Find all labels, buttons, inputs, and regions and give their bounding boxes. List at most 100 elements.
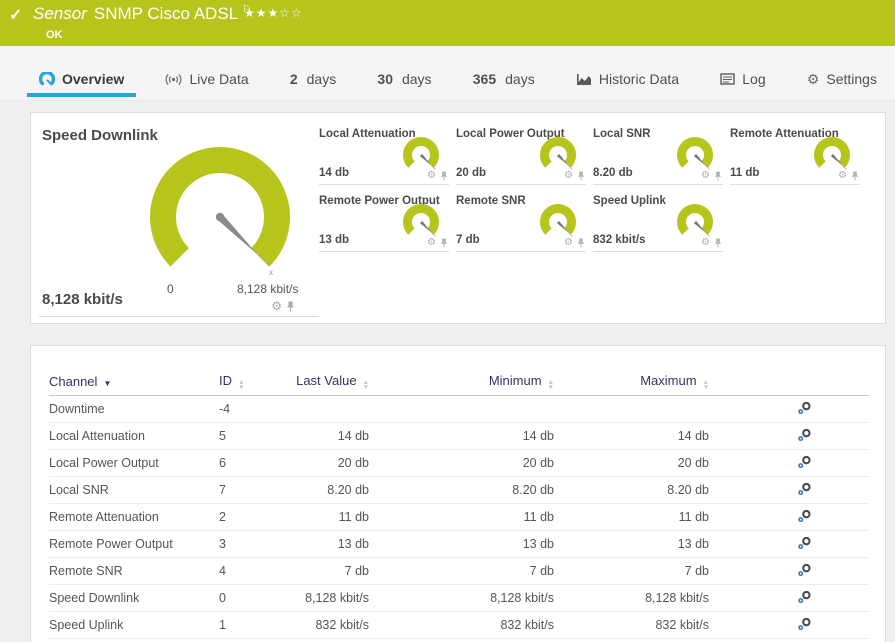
cell-actions bbox=[709, 428, 869, 445]
cell-last-value: 8,128 kbit/s bbox=[305, 591, 369, 605]
cell-actions bbox=[709, 617, 869, 634]
gauge-pin-icon[interactable] bbox=[440, 238, 448, 248]
gauge-pin-icon[interactable] bbox=[440, 171, 448, 181]
mini-gauge-tile[interactable]: Local SNR 8.20 db ⚙ bbox=[593, 127, 723, 185]
cell-id: 7 bbox=[219, 483, 226, 497]
sort-icon: ▲ ▼ bbox=[702, 379, 709, 391]
gauge-pin-icon[interactable] bbox=[286, 301, 295, 312]
priority-stars[interactable]: ★★★☆☆ bbox=[244, 6, 303, 20]
cell-actions bbox=[709, 401, 869, 418]
table-header-row: Channel ▼ ID ▲ ▼ Last Value ▲ ▼ Minimum ▲ ▼ Max… bbox=[49, 368, 869, 396]
channel-settings-icon[interactable] bbox=[797, 455, 812, 472]
table-row[interactable]: Local SNR 7 8.20 db 8.20 db 8.20 db bbox=[49, 477, 869, 504]
cell-channel: Local Attenuation bbox=[49, 429, 145, 443]
channel-settings-icon[interactable] bbox=[797, 563, 812, 580]
tab-2-days[interactable]: 2 days bbox=[278, 58, 348, 100]
channels-table: Channel ▼ ID ▲ ▼ Last Value ▲ ▼ Minimum ▲ ▼ Max… bbox=[49, 368, 869, 639]
channel-settings-icon[interactable] bbox=[797, 401, 812, 418]
tab-settings-label: Settings bbox=[826, 71, 877, 87]
tab-30-days[interactable]: 30 days bbox=[365, 58, 443, 100]
gauge-pin-icon[interactable] bbox=[714, 238, 722, 248]
tab-historic-data-label: Historic Data bbox=[598, 71, 680, 87]
gauge-settings-icon[interactable]: ⚙ bbox=[838, 170, 847, 181]
column-header-id[interactable]: ID ▲ ▼ bbox=[219, 373, 269, 391]
cell-minimum: 8,128 kbit/s bbox=[490, 591, 554, 605]
tab-live-data[interactable]: Live Data bbox=[153, 58, 260, 100]
table-row[interactable]: Speed Downlink 0 8,128 kbit/s 8,128 kbit… bbox=[49, 585, 869, 612]
table-row[interactable]: Remote SNR 4 7 db 7 db 7 db bbox=[49, 558, 869, 585]
table-row[interactable]: Remote Power Output 3 13 db 13 db 13 db bbox=[49, 531, 869, 558]
main-gauge-actions: ⚙ bbox=[271, 300, 295, 312]
cell-actions bbox=[709, 482, 869, 499]
cell-maximum: 11 db bbox=[678, 510, 709, 524]
tab-30-days-label: days bbox=[401, 71, 432, 87]
tab-365-days[interactable]: 365 days bbox=[461, 58, 547, 100]
speed-downlink-gauge: x bbox=[150, 147, 290, 277]
channel-settings-icon[interactable] bbox=[797, 509, 812, 526]
mini-gauge-value: 14 db bbox=[319, 167, 350, 179]
table-row[interactable]: Local Power Output 6 20 db 20 db 20 db bbox=[49, 450, 869, 477]
gauge-pin-icon[interactable] bbox=[714, 171, 722, 181]
cell-maximum: 8.20 db bbox=[667, 483, 709, 497]
gauge-settings-icon[interactable]: ⚙ bbox=[427, 170, 436, 181]
status-badge: OK bbox=[46, 29, 63, 41]
gauge-scale-min: 0 bbox=[167, 282, 174, 296]
main-gauge-tile[interactable]: Speed Downlink x 0 8,128 kbit/s 8,128 kb… bbox=[39, 121, 319, 317]
sensor-title-row: Sensor SNMP Cisco ADSL ⚐ bbox=[33, 4, 251, 24]
table-row[interactable]: Speed Uplink 1 832 kbit/s 832 kbit/s 832… bbox=[49, 612, 869, 639]
column-header-maximum[interactable]: Maximum ▲ ▼ bbox=[554, 373, 709, 391]
mini-gauge-tile[interactable]: Remote Attenuation 11 db ⚙ bbox=[730, 127, 860, 185]
mini-gauge-value: 7 db bbox=[456, 234, 480, 246]
mini-gauge-tile[interactable]: Speed Uplink 832 kbit/s ⚙ bbox=[593, 194, 723, 252]
channel-settings-icon[interactable] bbox=[797, 536, 812, 553]
tab-log[interactable]: Log bbox=[708, 58, 777, 100]
gauge-settings-icon[interactable]: ⚙ bbox=[564, 170, 573, 181]
mini-gauge-actions: ⚙ bbox=[427, 237, 448, 248]
tab-365-days-label: days bbox=[505, 71, 535, 87]
channel-settings-icon[interactable] bbox=[797, 617, 812, 634]
table-row[interactable]: Remote Attenuation 2 11 db 11 db 11 db bbox=[49, 504, 869, 531]
cell-maximum: 8,128 kbit/s bbox=[645, 591, 709, 605]
gauges-panel: Speed Downlink x 0 8,128 kbit/s 8,128 kb… bbox=[30, 112, 886, 324]
live-signal-icon bbox=[165, 73, 182, 86]
cell-channel: Remote Attenuation bbox=[49, 510, 159, 524]
mini-gauge-value: 832 kbit/s bbox=[593, 234, 646, 246]
column-header-last-value[interactable]: Last Value ▲ ▼ bbox=[269, 373, 369, 391]
cell-last-value: 14 db bbox=[337, 429, 369, 443]
gauge-settings-icon[interactable]: ⚙ bbox=[427, 237, 436, 248]
gauge-pin-icon[interactable] bbox=[851, 171, 859, 181]
cell-maximum: 14 db bbox=[677, 429, 709, 443]
cell-channel: Speed Uplink bbox=[49, 618, 124, 632]
mini-gauge-tile[interactable]: Local Power Output 20 db ⚙ bbox=[456, 127, 586, 185]
tab-historic-data[interactable]: Historic Data bbox=[564, 58, 691, 100]
cell-minimum: 7 db bbox=[529, 564, 554, 578]
column-header-channel[interactable]: Channel ▼ bbox=[49, 374, 219, 389]
tab-settings[interactable]: ⚙ Settings bbox=[795, 58, 889, 100]
channel-settings-icon[interactable] bbox=[797, 590, 812, 607]
gauge-scale-max: 8,128 kbit/s bbox=[237, 282, 299, 296]
cell-maximum: 13 db bbox=[677, 537, 709, 551]
sort-desc-icon: ▼ bbox=[103, 379, 112, 388]
channel-settings-icon[interactable] bbox=[797, 482, 812, 499]
table-row[interactable]: Local Attenuation 5 14 db 14 db 14 db bbox=[49, 423, 869, 450]
gauge-settings-icon[interactable]: ⚙ bbox=[564, 237, 573, 248]
gauge-pin-icon[interactable] bbox=[577, 171, 585, 181]
mini-gauge-tile[interactable]: Local Attenuation 14 db ⚙ bbox=[319, 127, 449, 185]
mini-gauge-tile[interactable]: Remote Power Output 13 db ⚙ bbox=[319, 194, 449, 252]
main-gauge-value: 8,128 kbit/s bbox=[42, 291, 123, 308]
gauge-pin-icon[interactable] bbox=[577, 238, 585, 248]
channel-settings-icon[interactable] bbox=[797, 428, 812, 445]
mini-gauge-tile[interactable]: Remote SNR 7 db ⚙ bbox=[456, 194, 586, 252]
tab-overview[interactable]: Overview bbox=[27, 58, 137, 100]
cell-channel: Remote SNR bbox=[49, 564, 123, 578]
mini-gauge-actions: ⚙ bbox=[564, 170, 585, 181]
tab-bar: Overview Live Data 2 days 30 days 365 da… bbox=[0, 46, 895, 101]
table-row[interactable]: Downtime -4 bbox=[49, 396, 869, 423]
mini-gauge-actions: ⚙ bbox=[838, 170, 859, 181]
gauge-settings-icon[interactable]: ⚙ bbox=[701, 237, 710, 248]
cell-minimum: 11 db bbox=[523, 510, 554, 524]
gauge-settings-icon[interactable]: ⚙ bbox=[271, 300, 282, 312]
column-header-minimum[interactable]: Minimum ▲ ▼ bbox=[369, 373, 554, 391]
mini-gauge-actions: ⚙ bbox=[701, 170, 722, 181]
gauge-settings-icon[interactable]: ⚙ bbox=[701, 170, 710, 181]
